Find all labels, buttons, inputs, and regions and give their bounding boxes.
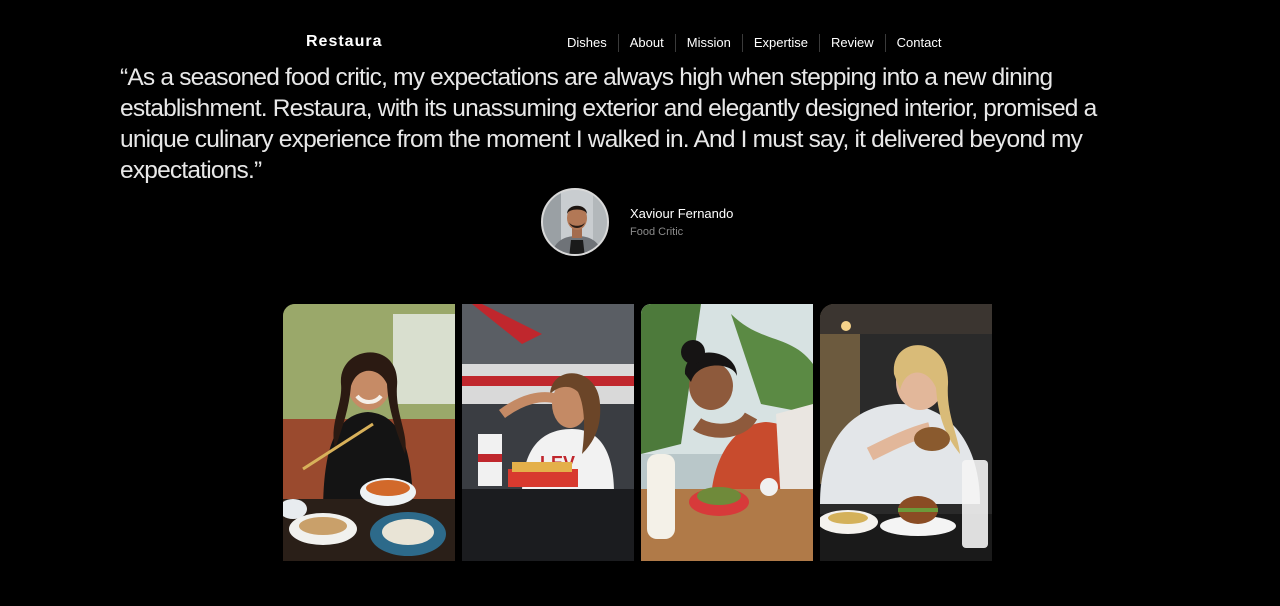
photo-gallery: LEV [283, 304, 992, 561]
gallery-photo-2[interactable]: LEV [462, 304, 634, 561]
photo-woman-with-chopsticks [283, 304, 455, 561]
nav-dishes[interactable]: Dishes [556, 34, 618, 52]
photo-woman-eating-burger [820, 304, 992, 561]
avatar-image [543, 190, 607, 254]
page: Restaura Dishes About Mission Expertise … [0, 0, 1280, 606]
nav-mission[interactable]: Mission [674, 34, 742, 52]
gallery-photo-3[interactable] [641, 304, 813, 561]
author-role: Food Critic [630, 226, 684, 238]
author-name: Xaviour Fernando [630, 206, 734, 221]
logo[interactable]: Restaura [306, 33, 382, 51]
gallery-photo-1[interactable] [283, 304, 455, 561]
photo-woman-eating-taco [641, 304, 813, 561]
photo-woman-eating-fries: LEV [462, 304, 634, 561]
review-quote: “As a seasoned food critic, my expectati… [120, 64, 1097, 184]
main-nav: Dishes About Mission Expertise Review Co… [556, 34, 952, 52]
nav-contact[interactable]: Contact [884, 34, 953, 52]
nav-review[interactable]: Review [819, 34, 885, 52]
nav-about[interactable]: About [617, 34, 675, 52]
nav-expertise[interactable]: Expertise [741, 34, 819, 52]
gallery-photo-4[interactable] [820, 304, 992, 561]
avatar [541, 188, 609, 256]
